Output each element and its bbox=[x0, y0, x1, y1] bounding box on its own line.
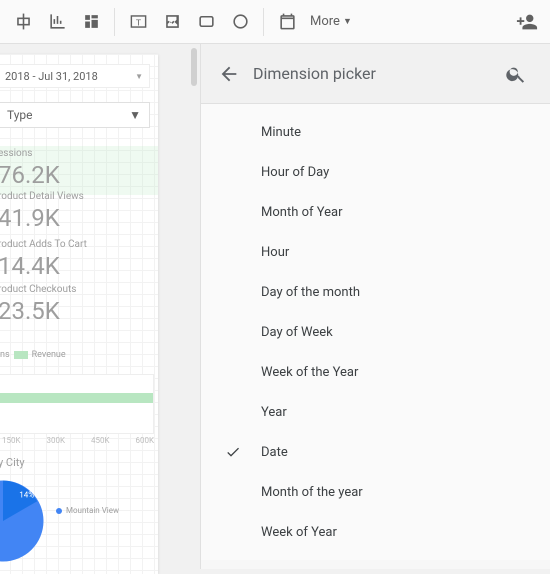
picker-item-label: Week of Year bbox=[261, 525, 337, 540]
type-selector[interactable]: Type ▼ bbox=[0, 102, 150, 128]
date-range-selector[interactable]: 2018 - Jul 31, 2018 ▼ bbox=[0, 64, 150, 88]
metric-block[interactable]: roduct Detail Views 41.9K bbox=[0, 189, 84, 238]
legend-swatch bbox=[14, 351, 28, 359]
dimension-picker-panel: Dimension picker Minute Hour of Day Month … bbox=[200, 44, 550, 569]
date-range-label: 2018 - Jul 31, 2018 bbox=[5, 70, 98, 83]
circle-icon[interactable] bbox=[223, 5, 257, 39]
metric-value: 41.9K bbox=[0, 204, 84, 232]
chevron-down-icon: ▼ bbox=[135, 72, 143, 81]
add-person-icon[interactable] bbox=[510, 5, 544, 39]
picker-item[interactable]: Month of Year bbox=[201, 192, 550, 232]
chevron-down-icon: ▼ bbox=[343, 16, 352, 27]
picker-title: Dimension picker bbox=[253, 64, 376, 83]
check-icon bbox=[225, 444, 241, 460]
toolbar-divider bbox=[263, 8, 264, 36]
legend-dot bbox=[56, 508, 62, 514]
text-box-icon[interactable]: T bbox=[121, 5, 155, 39]
picker-item[interactable]: Date bbox=[201, 432, 550, 472]
section-title: y City bbox=[0, 456, 25, 469]
metric-value: 14.4K bbox=[0, 252, 87, 280]
legend-label: Mountain View bbox=[66, 506, 119, 515]
metric-value: 23.5K bbox=[0, 297, 76, 325]
type-label: Type bbox=[7, 108, 33, 122]
chevron-down-icon: ▼ bbox=[129, 108, 141, 122]
metric-label: roduct Checkouts bbox=[0, 284, 76, 295]
picker-item[interactable]: Hour bbox=[201, 232, 550, 272]
metric-value: 76.2K bbox=[0, 161, 158, 189]
legend-item: ns bbox=[0, 350, 10, 360]
bar-chart-icon[interactable] bbox=[40, 5, 74, 39]
tick: 150K bbox=[2, 436, 21, 445]
legend-item: Revenue bbox=[32, 350, 66, 360]
table-icon[interactable] bbox=[74, 5, 108, 39]
more-button[interactable]: More ▼ bbox=[304, 5, 358, 39]
picker-item-label: Day of Week bbox=[261, 325, 333, 340]
picker-item[interactable]: Month of the year bbox=[201, 472, 550, 512]
date-range-icon[interactable] bbox=[270, 5, 304, 39]
pie-legend: Mountain View bbox=[56, 506, 119, 515]
more-label: More bbox=[310, 14, 340, 29]
top-toolbar: T More ▼ bbox=[0, 0, 550, 44]
picker-item-label: Hour bbox=[261, 245, 289, 260]
metric-block[interactable]: roduct Checkouts 23.5K bbox=[0, 282, 76, 331]
panel-resizer[interactable] bbox=[188, 44, 200, 569]
picker-item[interactable]: Week of the Year bbox=[201, 352, 550, 392]
report-canvas-area: 2018 - Jul 31, 2018 ▼ Type ▼ essions 76.… bbox=[0, 44, 200, 569]
metric-block[interactable]: roduct Adds To Cart 14.4K bbox=[0, 237, 87, 286]
align-icon[interactable] bbox=[6, 5, 40, 39]
metric-block[interactable]: essions 76.2K bbox=[0, 146, 158, 195]
image-icon[interactable] bbox=[155, 5, 189, 39]
picker-item-label: Year bbox=[261, 405, 287, 420]
x-axis-ticks: 150K 300K 450K 600K bbox=[0, 436, 158, 445]
svg-text:T: T bbox=[135, 18, 140, 28]
rectangle-icon[interactable] bbox=[189, 5, 223, 39]
pie-slice-label: 14% bbox=[19, 490, 34, 500]
picker-item[interactable]: Year bbox=[201, 392, 550, 432]
metric-label: roduct Adds To Cart bbox=[0, 239, 87, 250]
report-canvas[interactable]: 2018 - Jul 31, 2018 ▼ Type ▼ essions 76.… bbox=[0, 54, 158, 574]
picker-item-label: Minute bbox=[261, 125, 301, 140]
picker-item-label: Month of Year bbox=[261, 205, 343, 220]
chart-legend: ns Revenue bbox=[0, 350, 66, 360]
picker-item[interactable]: Minute bbox=[201, 112, 550, 152]
picker-item[interactable]: Day of the month bbox=[201, 272, 550, 312]
picker-item-label: Date bbox=[261, 445, 288, 460]
picker-item[interactable]: Hour of Day bbox=[201, 152, 550, 192]
toolbar-divider bbox=[114, 8, 115, 36]
metric-label: roduct Detail Views bbox=[0, 191, 84, 202]
bar-chart[interactable] bbox=[0, 374, 154, 434]
picker-list: Minute Hour of Day Month of Year Hour Day of… bbox=[201, 104, 550, 560]
picker-header: Dimension picker bbox=[201, 44, 550, 104]
bar-series bbox=[0, 393, 153, 403]
picker-item-label: Hour of Day bbox=[261, 165, 329, 180]
picker-item-label: Week of the Year bbox=[261, 365, 358, 380]
metric-label: essions bbox=[0, 148, 158, 159]
tick: 450K bbox=[91, 436, 110, 445]
resizer-grip bbox=[191, 48, 197, 86]
picker-item-label: Day of the month bbox=[261, 285, 360, 300]
picker-item[interactable]: Week of Year bbox=[201, 512, 550, 552]
picker-item-label: Month of the year bbox=[261, 485, 363, 500]
picker-item[interactable]: Day of Week bbox=[201, 312, 550, 352]
back-button[interactable] bbox=[213, 58, 245, 90]
pie-chart[interactable]: 14% bbox=[0, 476, 48, 566]
search-button[interactable] bbox=[500, 58, 532, 90]
tick: 300K bbox=[46, 436, 65, 445]
tick: 600K bbox=[135, 436, 154, 445]
